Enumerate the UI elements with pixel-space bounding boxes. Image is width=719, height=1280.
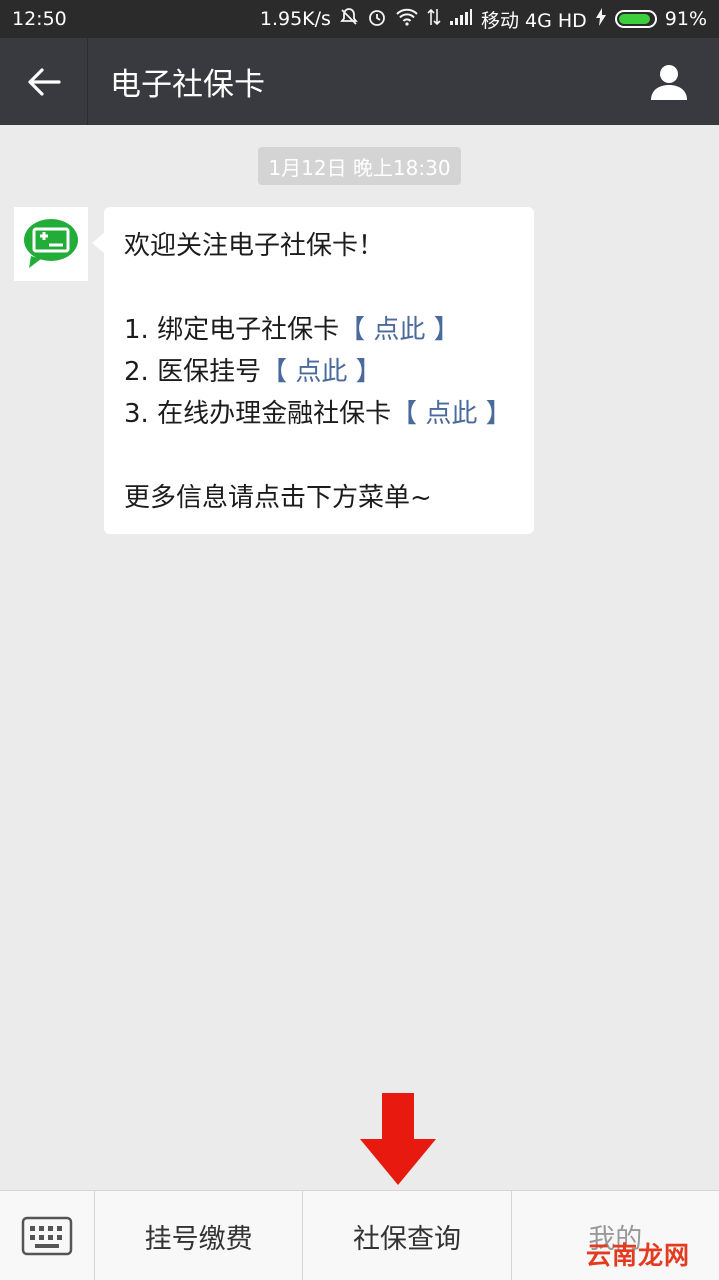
mute-bell-icon bbox=[339, 7, 359, 32]
status-indicators: 1.95K/s 移动 4G HD 91% bbox=[260, 6, 707, 33]
person-icon bbox=[651, 64, 687, 100]
network-speed: 1.95K/s bbox=[259, 8, 331, 30]
back-arrow-icon bbox=[27, 67, 61, 96]
wifi-icon bbox=[395, 8, 419, 31]
profile-button[interactable] bbox=[619, 38, 719, 125]
battery-percent: 91% bbox=[664, 8, 707, 30]
official-account-avatar[interactable] bbox=[14, 207, 88, 281]
data-transfer-icon bbox=[427, 7, 441, 32]
keyboard-icon bbox=[21, 1216, 73, 1256]
medical-registration-link[interactable]: 【 点此 】 bbox=[261, 357, 382, 387]
back-button[interactable] bbox=[0, 38, 88, 125]
message-item-text: 1. 绑定电子社保卡 bbox=[124, 315, 340, 345]
battery-fill bbox=[618, 14, 650, 24]
menu-registration-payment[interactable]: 挂号缴费 bbox=[95, 1191, 304, 1280]
page-title: 电子社保卡 bbox=[110, 67, 265, 103]
carrier-label: 移动 4G HD bbox=[480, 9, 587, 32]
message-item-bind-card: 1. 绑定电子社保卡【 点此 】 bbox=[124, 309, 514, 351]
bind-card-link[interactable]: 【 点此 】 bbox=[339, 315, 460, 345]
message-item-medical-registration: 2. 医保挂号【 点此 】 bbox=[124, 351, 514, 393]
message-item-financial-card: 3. 在线办理金融社保卡【 点此 】 bbox=[124, 393, 514, 435]
chat-area[interactable]: 1月12日 晚上18:30 欢迎关注电子社保卡！ 1. 绑定电子社保卡【 点此 … bbox=[0, 125, 719, 1190]
message-bubble: 欢迎关注电子社保卡！ 1. 绑定电子社保卡【 点此 】 2. 医保挂号【 点此 … bbox=[92, 207, 534, 534]
status-bar: 12:50 1.95K/s 移动 4G HD 91% bbox=[0, 0, 719, 38]
message-timestamp: 1月12日 晚上18:30 bbox=[258, 147, 461, 185]
site-watermark: 云南龙网 bbox=[586, 1241, 691, 1270]
menu-social-security-query[interactable]: 社保查询 bbox=[303, 1191, 512, 1280]
message-footer: 更多信息请点击下方菜单~ bbox=[124, 483, 432, 513]
title-bar: 电子社保卡 bbox=[0, 38, 719, 125]
battery-icon bbox=[614, 10, 657, 28]
status-time: 12:50 bbox=[12, 8, 67, 30]
signal-icon bbox=[449, 8, 473, 31]
keyboard-toggle-button[interactable] bbox=[0, 1191, 95, 1280]
message-greeting: 欢迎关注电子社保卡！ bbox=[124, 231, 385, 261]
alarm-icon bbox=[367, 7, 387, 32]
social-security-card-icon bbox=[24, 219, 78, 268]
charging-icon bbox=[595, 7, 607, 32]
down-arrow-annotation bbox=[360, 1093, 436, 1185]
financial-card-link[interactable]: 【 点此 】 bbox=[391, 399, 512, 429]
message-item-text: 2. 医保挂号 bbox=[124, 357, 262, 387]
message-item-text: 3. 在线办理金融社保卡 bbox=[124, 399, 392, 429]
